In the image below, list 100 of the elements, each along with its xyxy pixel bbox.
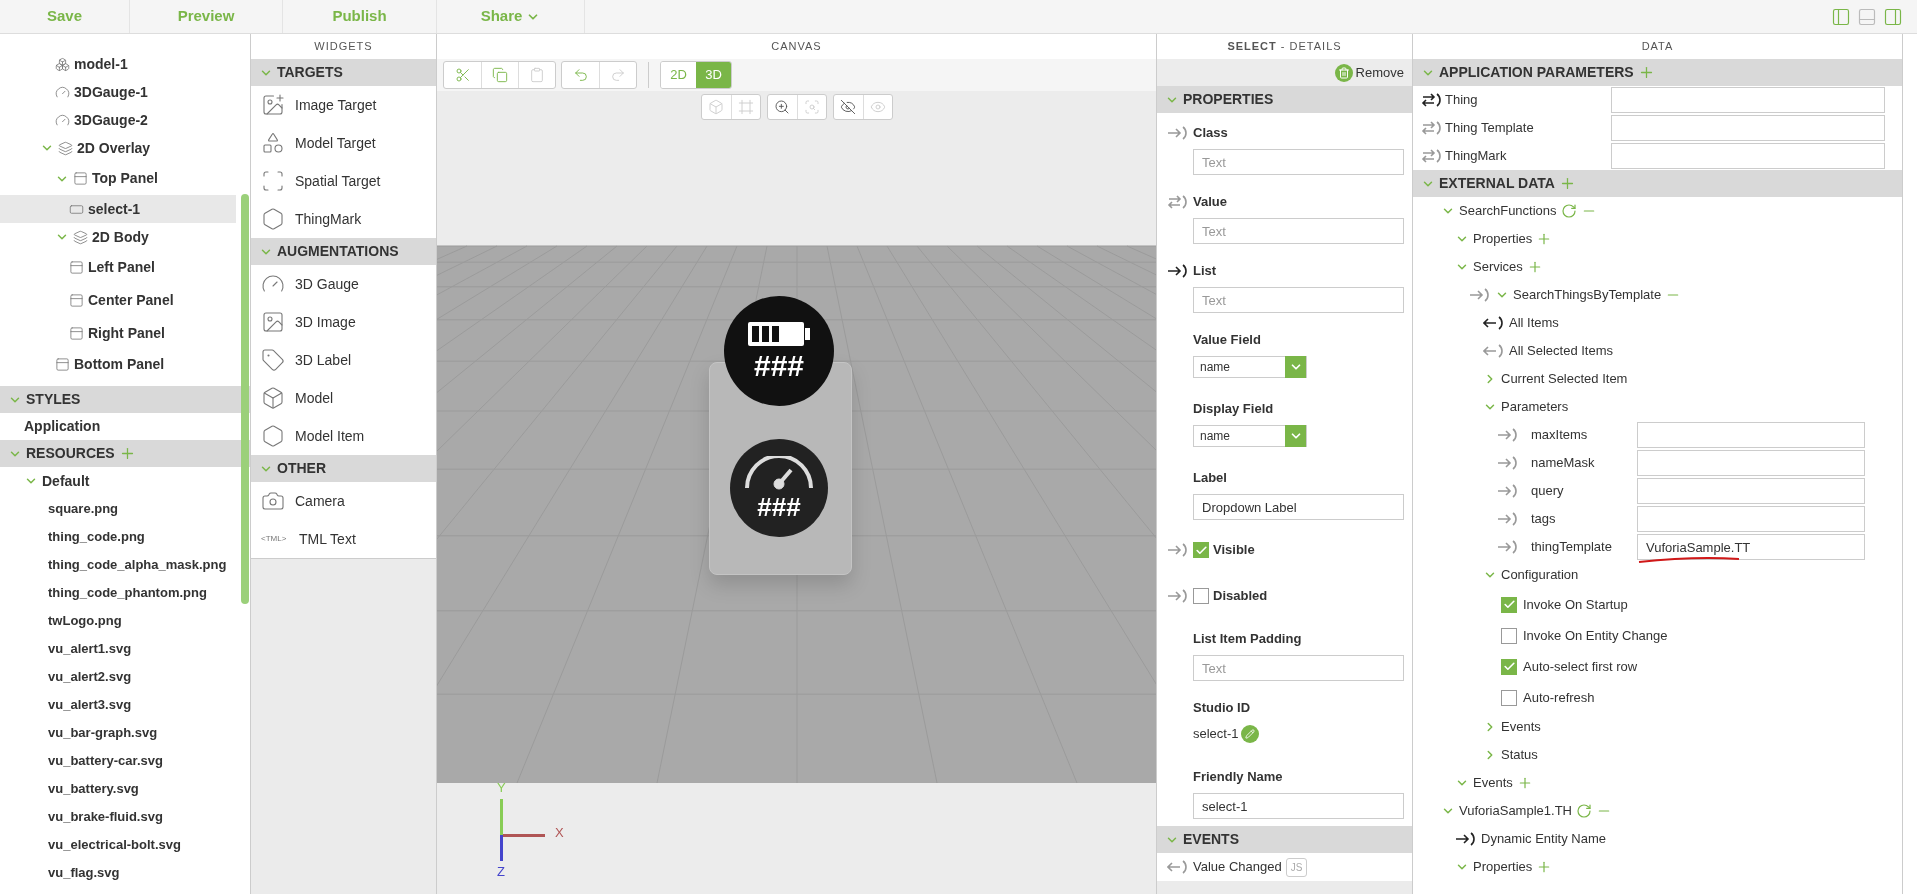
text-field[interactable]	[1611, 115, 1885, 141]
file-item[interactable]: vu_flag.svg	[48, 863, 120, 883]
checkbox[interactable]	[1501, 596, 1517, 613]
data-tree-label[interactable]: Current Selected Item	[1501, 369, 1628, 389]
section-header[interactable]: TARGETS	[251, 59, 436, 86]
tree-item[interactable]: Right Panel	[0, 317, 236, 350]
file-item[interactable]: thing_code_phantom.png	[48, 583, 207, 603]
folder-item[interactable]: Default	[42, 470, 90, 492]
tree-item[interactable]: Center Panel	[0, 284, 236, 317]
scrollbar-thumb[interactable]	[241, 194, 249, 604]
bottom-panel-icon[interactable]	[1857, 6, 1877, 27]
tree-item[interactable]: 2D Overlay	[0, 134, 236, 162]
text-field[interactable]	[1637, 506, 1865, 532]
data-tree-label[interactable]: Events	[1473, 773, 1513, 793]
checkbox[interactable]	[1193, 542, 1209, 558]
right-panel-icon[interactable]	[1883, 6, 1903, 27]
checkbox[interactable]	[1501, 658, 1517, 675]
bind-out-icon[interactable]	[1483, 316, 1505, 330]
bind-in-icon[interactable]	[1455, 832, 1477, 846]
section-header[interactable]: EXTERNAL DATA	[1413, 170, 1902, 197]
text-field[interactable]	[1637, 422, 1865, 448]
section-header[interactable]: EVENTS	[1157, 826, 1412, 853]
tree-item[interactable]: Bottom Panel	[0, 350, 236, 378]
data-tree-label[interactable]: Parameters	[1501, 397, 1569, 417]
refresh-icon[interactable]	[1560, 203, 1577, 219]
widget-item[interactable]: Model	[251, 379, 436, 417]
widget-item[interactable]: Image Target	[251, 86, 436, 124]
data-tree-label[interactable]: All Selected Items	[1509, 341, 1614, 361]
text-field[interactable]: Dropdown Label	[1193, 494, 1404, 520]
text-field[interactable]: select-1	[1193, 793, 1404, 819]
widget-item[interactable]: Camera	[251, 482, 436, 520]
panel-icon	[69, 260, 84, 275]
data-tree-label[interactable]: Properties	[1473, 857, 1533, 877]
tree-item[interactable]: 2D Body	[0, 223, 236, 251]
file-item[interactable]: square.png	[48, 499, 119, 519]
panel-icon	[69, 326, 84, 341]
file-item[interactable]: vu_brake-fluid.svg	[48, 807, 163, 827]
data-tree-label[interactable]: All Items	[1509, 313, 1559, 333]
section-header[interactable]: AUGMENTATIONS	[251, 238, 436, 265]
section-title: TARGETS	[277, 63, 343, 82]
file-item[interactable]: vu_alert3.svg	[48, 695, 132, 715]
file-item[interactable]: vu_electrical-bolt.svg	[48, 835, 181, 855]
widget-item[interactable]: Model Item	[251, 417, 436, 455]
style-item[interactable]: Application	[0, 413, 250, 440]
text-field[interactable]: Text	[1193, 287, 1404, 313]
file-item[interactable]: twLogo.png	[48, 611, 122, 631]
text-field[interactable]: Text	[1193, 655, 1404, 681]
file-item[interactable]: vu_battery.svg	[48, 779, 139, 799]
text-field[interactable]: VuforiaSample.TT	[1637, 534, 1865, 560]
widget-item[interactable]: 3D Label	[251, 341, 436, 379]
bind-in-icon[interactable]	[1167, 264, 1189, 278]
data-tree-label[interactable]: Configuration	[1501, 565, 1579, 585]
widget-item[interactable]: ThingMark	[251, 200, 436, 238]
file-item[interactable]: thing_code_alpha_mask.png	[48, 555, 227, 575]
section-header[interactable]: OTHER	[251, 455, 436, 482]
text-field[interactable]: Text	[1193, 149, 1404, 175]
param-label: tags	[1530, 510, 1557, 529]
widget-item[interactable]: <TML> TML Text	[251, 520, 436, 558]
file-item[interactable]: vu_alert2.svg	[48, 667, 132, 687]
text-field[interactable]	[1611, 143, 1885, 169]
file-item[interactable]: vu_battery-car.svg	[48, 751, 163, 771]
tree-item[interactable]: select-1	[0, 195, 236, 223]
file-item[interactable]: vu_alert1.svg	[48, 639, 132, 659]
data-tree-label[interactable]: Properties	[1473, 229, 1533, 249]
data-tree-label[interactable]: Services	[1473, 257, 1523, 277]
widget-item[interactable]: Spatial Target	[251, 162, 436, 200]
tree-item[interactable]: Left Panel	[0, 251, 236, 284]
section-header[interactable]: PROPERTIES	[1157, 86, 1412, 113]
left-panel-icon[interactable]	[1831, 6, 1851, 27]
file-item[interactable]: vu_bar-graph.svg	[48, 723, 158, 743]
checkbox[interactable]	[1501, 627, 1517, 644]
text-field[interactable]	[1611, 87, 1885, 113]
tree-item[interactable]: Top Panel	[0, 162, 236, 195]
data-tree-label[interactable]: SearchFunctions	[1459, 201, 1557, 221]
tree-item[interactable]: 3DGauge-1	[0, 78, 236, 106]
data-tree-label[interactable]: Status	[1501, 745, 1538, 765]
bind-both-icon[interactable]	[1421, 93, 1443, 107]
data-tree-label[interactable]: VuforiaSample1.TH	[1459, 801, 1572, 821]
checkbox[interactable]	[1193, 588, 1209, 604]
section-header[interactable]: RESOURCES	[0, 440, 250, 467]
cube-icon	[261, 386, 285, 410]
file-item[interactable]: thing_code.png	[48, 527, 145, 547]
dropdown-field[interactable]: name	[1193, 425, 1307, 447]
widget-item[interactable]: Model Target	[251, 124, 436, 162]
text-field[interactable]	[1637, 450, 1865, 476]
data-tree-label[interactable]: SearchThingsByTemplate	[1513, 285, 1662, 305]
section-header[interactable]: APPLICATION PARAMETERS	[1413, 59, 1902, 86]
edit-button[interactable]	[1240, 724, 1259, 743]
section-header[interactable]: STYLES	[0, 386, 250, 413]
widget-item[interactable]: 3D Gauge	[251, 265, 436, 303]
tree-item[interactable]: 3DGauge-2	[0, 106, 236, 134]
widget-item[interactable]: 3D Image	[251, 303, 436, 341]
text-field[interactable]	[1637, 478, 1865, 504]
data-tree-label[interactable]: Events	[1501, 717, 1541, 737]
checkbox[interactable]	[1501, 689, 1517, 706]
refresh-icon[interactable]	[1575, 803, 1592, 819]
tree-item[interactable]: model-1	[0, 50, 236, 78]
dropdown-field[interactable]: name	[1193, 356, 1307, 378]
data-tree-label[interactable]: Dynamic Entity Name	[1481, 829, 1606, 849]
text-field[interactable]: Text	[1193, 218, 1404, 244]
